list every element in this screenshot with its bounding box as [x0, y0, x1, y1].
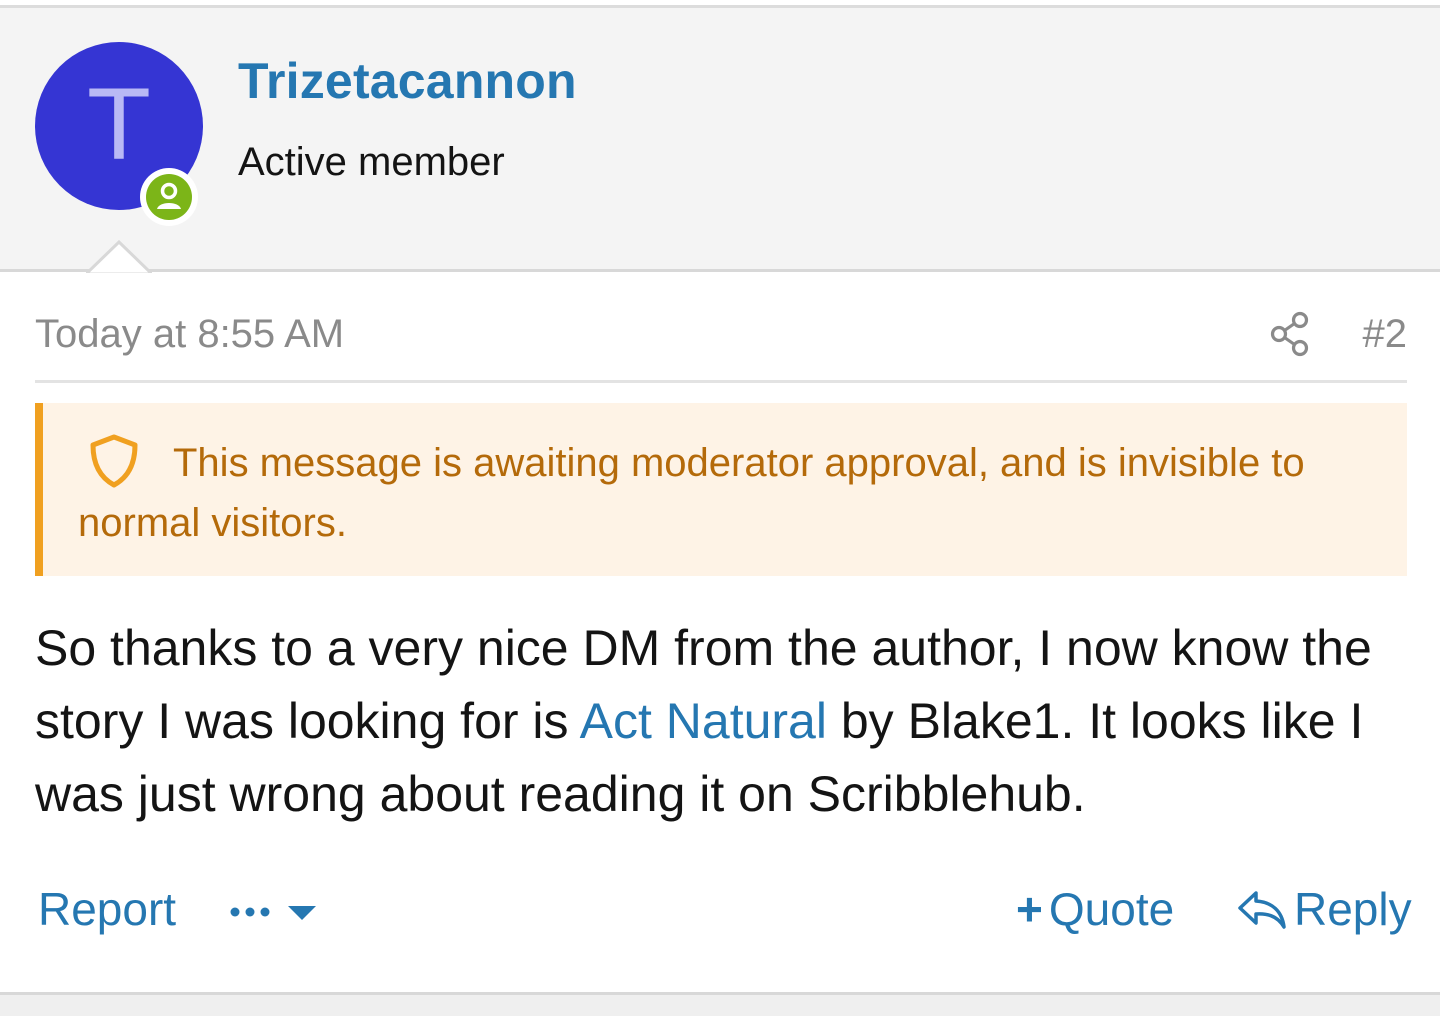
- bottom-divider: [0, 992, 1440, 1016]
- post-actions: Report + Quote Reply: [0, 878, 1440, 948]
- share-icon[interactable]: [1269, 310, 1313, 358]
- top-divider: [0, 0, 1440, 8]
- reply-button[interactable]: Reply: [1236, 882, 1412, 936]
- plus-icon: +: [1016, 883, 1043, 935]
- post-meta-bar: Today at 8:55 AM #2: [35, 308, 1407, 383]
- header-caret: [86, 240, 152, 276]
- post-container: T Trizetacannon Active member Today at 8…: [0, 0, 1440, 1016]
- post-body: So thanks to a very nice DM from the aut…: [35, 612, 1415, 831]
- moderation-notice-text: This message is awaiting moderator appro…: [78, 441, 1305, 545]
- username-link[interactable]: Trizetacannon: [238, 52, 577, 110]
- moderation-notice: This message is awaiting moderator appro…: [35, 403, 1407, 576]
- user-title: Active member: [238, 140, 505, 184]
- reply-label: Reply: [1294, 883, 1412, 935]
- more-options-button[interactable]: [228, 896, 322, 930]
- quote-button[interactable]: + Quote: [1016, 882, 1174, 936]
- post-user-header: T Trizetacannon Active member: [0, 8, 1440, 272]
- reply-arrow-icon: [1238, 891, 1286, 929]
- post-date-link[interactable]: Today at 8:55 AM: [35, 312, 344, 357]
- report-button[interactable]: Report: [38, 882, 176, 936]
- user-online-icon: [140, 168, 198, 226]
- story-link[interactable]: Act Natural: [580, 693, 827, 749]
- post-number-link[interactable]: #2: [1363, 312, 1408, 357]
- quote-label: Quote: [1048, 883, 1175, 935]
